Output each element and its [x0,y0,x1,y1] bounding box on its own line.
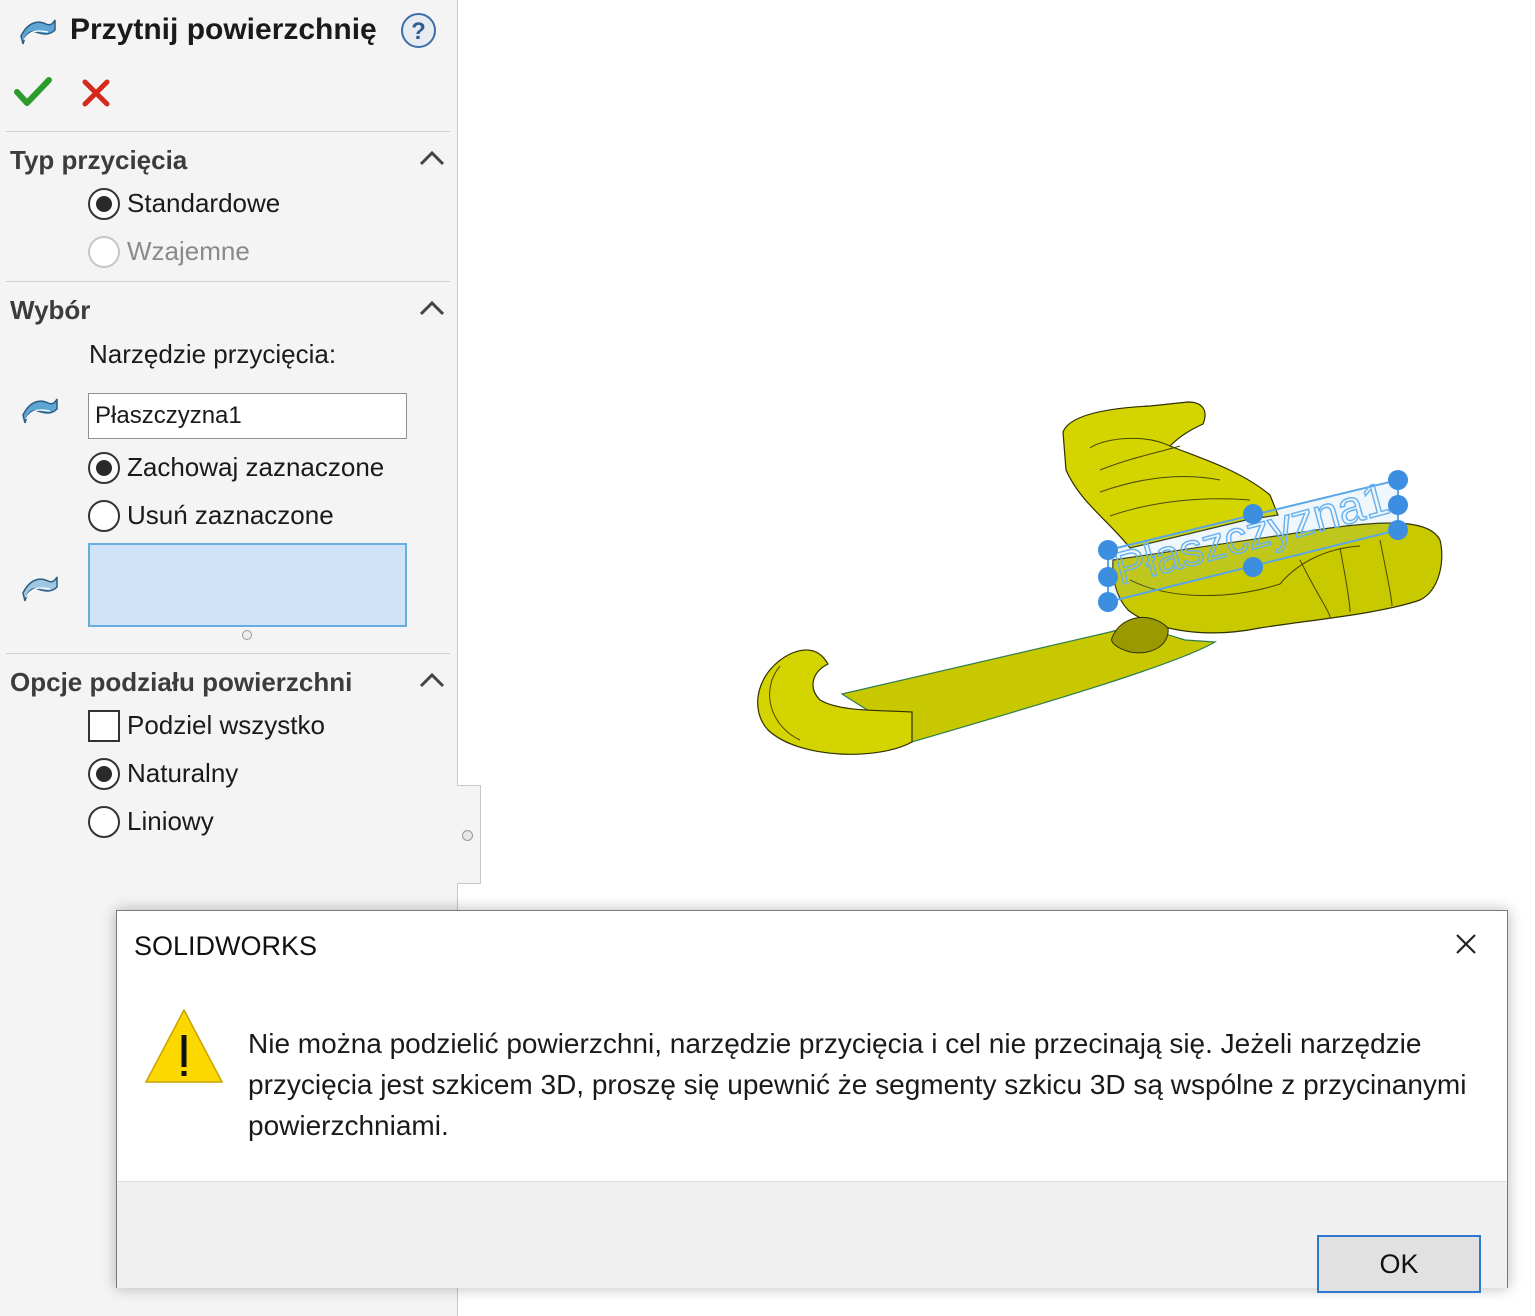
checkbox-label-split-all: Podziel wszystko [127,710,325,740]
radio-label-keep-selected: Zachowaj zaznaczone [127,452,385,482]
radio-label-natural: Naturalny [127,758,239,788]
resize-handle[interactable] [242,630,252,640]
section-title-trim-type: Typ przycięcia [10,145,188,175]
divider [6,281,450,282]
chevron-up-icon[interactable] [417,670,447,690]
dialog-title: SOLIDWORKS [134,931,318,961]
close-icon[interactable] [1451,929,1481,959]
radio-linear[interactable] [88,806,120,838]
radio-mutual[interactable] [88,236,120,268]
trim-tool-field[interactable] [88,393,407,439]
warning-icon [144,1008,224,1083]
radio-natural[interactable] [88,758,120,790]
section-title-selection: Wybór [10,295,91,325]
graphics-viewport[interactable]: Płaszczyzna1 [458,0,1535,910]
dialog-footer [117,1181,1507,1288]
chevron-up-icon[interactable] [417,298,447,318]
trim-tool-label: Narzędzie przycięcia: [89,339,337,369]
dialog-message: Nie można podzielić powierzchni, narzędz… [248,1028,1467,1141]
chevron-up-icon[interactable] [417,148,447,168]
pieces-selection-box[interactable] [88,543,407,627]
close-x-icon[interactable] [81,78,111,108]
section-title-split-options: Opcje podziału powierzchni [10,667,353,697]
error-dialog: SOLIDWORKS Nie można podzielić powierzch… [116,910,1508,1293]
radio-keep-selected[interactable] [88,452,120,484]
page-title: Przytnij powierzchnię [70,13,377,46]
ok-button[interactable]: OK [1317,1235,1481,1293]
divider [6,653,450,654]
trim-surface-icon [20,19,56,45]
pieces-icon [22,576,58,602]
divider [6,131,450,132]
checkbox-split-all[interactable] [88,710,120,742]
radio-label-linear: Liniowy [127,806,214,836]
trim-tool-icon [22,398,58,424]
radio-standard[interactable] [88,188,120,220]
svg-text:?: ? [411,18,426,45]
radio-label-mutual: Wzajemne [127,236,250,266]
checkmark-icon[interactable] [14,76,52,108]
radio-label-standard: Standardowe [127,188,281,218]
help-icon[interactable]: ? [400,12,437,49]
radio-remove-selected[interactable] [88,500,120,532]
radio-label-remove-selected: Usuń zaznaczone [127,500,334,530]
